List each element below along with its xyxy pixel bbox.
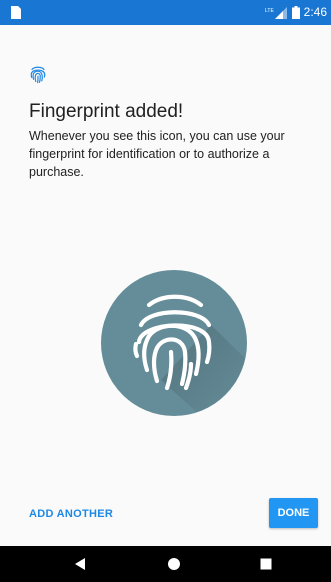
- battery-icon: [291, 6, 300, 19]
- back-button[interactable]: [60, 546, 100, 582]
- back-triangle-icon: [75, 558, 85, 570]
- fingerprint-icon: [133, 294, 247, 416]
- recents-square-icon: [260, 558, 272, 570]
- done-button[interactable]: DONE: [269, 498, 318, 528]
- page-title: Fingerprint added!: [29, 101, 184, 122]
- add-another-button[interactable]: ADD ANOTHER: [29, 505, 113, 523]
- status-time: 2:46: [303, 5, 327, 19]
- recents-button[interactable]: [246, 546, 286, 582]
- fingerprint-added-screen: LTE 2:46 Fingerprint added! Whenever you…: [0, 0, 331, 582]
- page-description: Whenever you see this icon, you can use …: [29, 129, 285, 179]
- status-bar-right: LTE 2:46: [265, 0, 327, 25]
- signal-icon: LTE: [265, 6, 287, 19]
- status-bar: LTE 2:46: [0, 0, 331, 25]
- home-button[interactable]: [154, 546, 194, 582]
- fingerprint-small-icon: [30, 66, 46, 84]
- navigation-bar: [0, 546, 331, 582]
- home-circle-icon: [168, 558, 180, 570]
- fingerprint-illustration: [101, 270, 247, 416]
- sim-card-icon: [11, 6, 21, 19]
- network-type-label: LTE: [265, 8, 274, 14]
